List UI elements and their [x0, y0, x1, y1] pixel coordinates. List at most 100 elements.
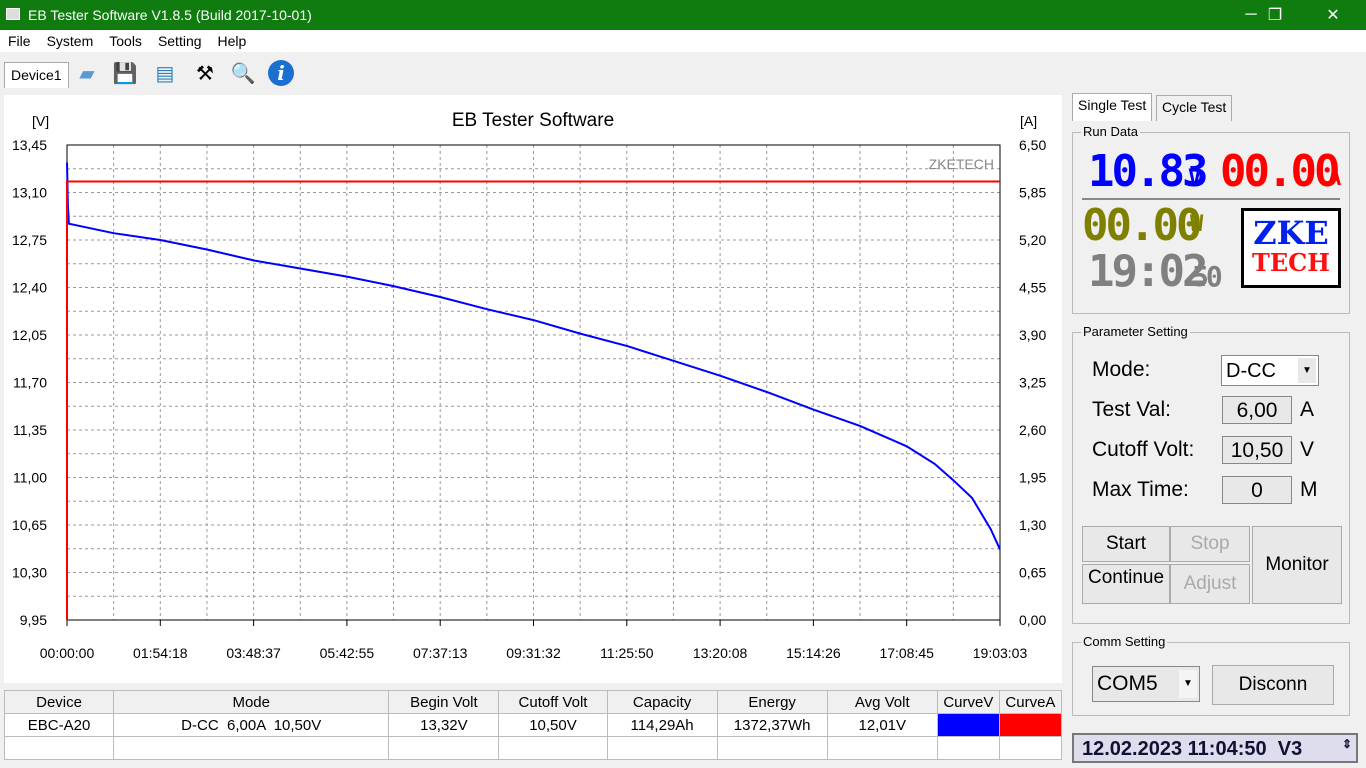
x-tick-label: 15:14:26: [786, 645, 841, 661]
close-button[interactable]: ✕: [1310, 0, 1356, 30]
max-time-label: Max Time:: [1092, 478, 1189, 501]
table-row[interactable]: EBC-A20 D-CC 6,00A 10,50V 13,32V 10,50V …: [3, 713, 1063, 737]
mode-value: D-CC: [1226, 360, 1276, 382]
chart-panel: EB Tester Software [V] [A] 9,95 10,30 10,65 11…: [4, 95, 1062, 683]
col-energy: Energy: [716, 690, 828, 714]
spin-icon[interactable]: ⇕: [1342, 737, 1352, 751]
chevron-down-icon[interactable]: ▼: [1298, 358, 1316, 383]
cell-mode: D-CC 6,00A 10,50V: [113, 713, 390, 737]
seconds-display: 50: [1192, 260, 1223, 293]
x-tick-label: 07:37:13: [413, 645, 468, 661]
col-avg-volt: Avg Volt: [826, 690, 938, 714]
cell-avg-volt: 12,01V: [826, 713, 938, 737]
stop-button[interactable]: Stop: [1170, 526, 1250, 562]
search-icon[interactable]: 🔍: [228, 58, 258, 88]
comm-setting-label: Comm Setting: [1081, 634, 1168, 649]
cutoff-volt-unit: V: [1300, 438, 1315, 461]
y2-tick-label: 3,90: [1019, 327, 1046, 343]
menu-setting[interactable]: Setting: [150, 33, 210, 49]
monitor-button[interactable]: Monitor: [1252, 526, 1342, 604]
cell-cutoff-volt: 10,50V: [498, 713, 608, 737]
cell-energy: 1372,37Wh: [716, 713, 828, 737]
max-time-input[interactable]: 0: [1222, 476, 1292, 504]
col-begin-volt: Begin Volt: [388, 690, 500, 714]
toolbar: Device1 ▰ 💾 ▤ ⚒ 🔍 i: [0, 52, 1366, 92]
current-unit: A: [1328, 166, 1341, 191]
y2-tick-label: 5,85: [1019, 185, 1046, 201]
mode-label: Mode:: [1092, 358, 1151, 381]
curve-a-color[interactable]: [998, 713, 1063, 737]
cutoff-volt-input[interactable]: 10,50: [1222, 436, 1292, 464]
power-unit: W: [1190, 212, 1203, 237]
menu-file[interactable]: File: [0, 33, 39, 49]
voltage-unit: V: [1188, 166, 1201, 191]
test-val-input[interactable]: 6,00: [1222, 396, 1292, 424]
menu-system[interactable]: System: [39, 33, 102, 49]
col-capacity: Capacity: [606, 690, 718, 714]
y-tick-label: 11,70: [13, 375, 47, 391]
watermark: ZKETECH: [929, 156, 994, 172]
disconnect-button[interactable]: Disconn: [1212, 665, 1334, 705]
max-time-unit: M: [1300, 478, 1318, 501]
com-port-value: COM5: [1097, 672, 1158, 695]
zketech-logo: ZKE TECH: [1241, 208, 1341, 288]
y-tick-label: 11,00: [13, 470, 47, 486]
datetime-display: 12.02.2023 11:04:50 V3 ⇕: [1072, 733, 1358, 763]
y2-tick-label: 6,50: [1019, 137, 1046, 153]
y-tick-label: 12,75: [12, 232, 47, 248]
current-display: 00.00: [1220, 146, 1340, 197]
y-tick-label: 10,65: [12, 517, 47, 533]
power-display: 00.00: [1082, 200, 1202, 251]
app-icon: [6, 8, 20, 20]
results-table: Device Mode Begin Volt Cutoff Volt Capac…: [3, 690, 1063, 760]
y-tick-label: 12,05: [12, 327, 47, 343]
datetime-text: 12.02.2023 11:04:50 V3: [1082, 738, 1303, 760]
x-tick-label: 11:25:50: [600, 645, 654, 661]
table-header: Device Mode Begin Volt Cutoff Volt Capac…: [3, 690, 1063, 714]
y-tick-label: 12,40: [12, 280, 47, 296]
col-mode: Mode: [113, 690, 390, 714]
logo-top: ZKE: [1253, 214, 1329, 252]
col-curvev: CurveV: [936, 690, 1000, 714]
x-tick-label: 09:31:32: [506, 645, 561, 661]
col-device: Device: [3, 690, 115, 714]
tab-cycle-test[interactable]: Cycle Test: [1156, 95, 1233, 121]
col-curvea: CurveA: [998, 690, 1063, 714]
menu-help[interactable]: Help: [210, 33, 255, 49]
x-tick-label: 03:48:37: [226, 645, 281, 661]
y-tick-label: 10,30: [12, 565, 47, 581]
y-tick-label: 13,10: [12, 185, 47, 201]
start-button[interactable]: Start: [1082, 526, 1170, 562]
chart: EB Tester Software [V] [A] 9,95 10,30 10,65 11…: [12, 110, 1047, 661]
window-title: EB Tester Software V1.8.5 (Build 2017-10…: [28, 7, 312, 23]
y-axis-label: [V]: [32, 113, 49, 129]
maximize-button[interactable]: ❐: [1252, 0, 1298, 30]
save-icon[interactable]: 💾: [110, 58, 140, 88]
table-row-empty: [3, 736, 1063, 760]
info-icon[interactable]: i: [268, 60, 294, 86]
menu-tools[interactable]: Tools: [101, 33, 150, 49]
x-tick-label: 01:54:18: [133, 645, 188, 661]
cutoff-volt-label: Cutoff Volt:: [1092, 438, 1195, 461]
picture-icon[interactable]: ▤: [150, 58, 180, 88]
adjust-button[interactable]: Adjust: [1170, 564, 1250, 604]
open-folder-icon[interactable]: ▰: [72, 58, 102, 88]
mode-select[interactable]: D-CC ▼: [1221, 355, 1319, 386]
x-tick-label: 17:08:45: [879, 645, 934, 661]
com-port-select[interactable]: COM5 ▼: [1092, 666, 1200, 702]
y2-tick-label: 0,00: [1019, 612, 1046, 628]
time-display: 19:02: [1088, 246, 1208, 297]
continue-button[interactable]: Continue: [1082, 564, 1170, 604]
x-tick-label: 05:42:55: [320, 645, 375, 661]
test-val-unit: A: [1300, 398, 1315, 421]
tools-icon[interactable]: ⚒: [190, 58, 220, 88]
curve-v-color[interactable]: [936, 713, 1000, 737]
y2-tick-label: 5,20: [1019, 232, 1046, 248]
cell-begin-volt: 13,32V: [388, 713, 500, 737]
tab-single-test[interactable]: Single Test: [1072, 93, 1153, 121]
y-tick-label: 11,35: [13, 422, 47, 438]
device-tab[interactable]: Device1: [4, 62, 69, 88]
run-data-label: Run Data: [1081, 124, 1140, 139]
y2-tick-label: 3,25: [1019, 375, 1046, 391]
chevron-down-icon[interactable]: ▼: [1179, 670, 1197, 698]
